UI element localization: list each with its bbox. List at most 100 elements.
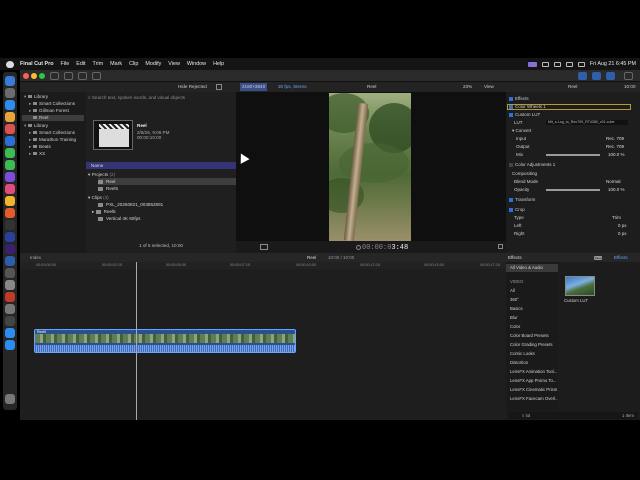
sidebar-item-smart-collections-2[interactable]: ▸ Smart Collections	[29, 130, 75, 136]
compositing-row[interactable]: Compositing	[512, 171, 537, 177]
inspector-toggle-icon[interactable]	[606, 72, 615, 80]
color-adjustments-row[interactable]: Color Adjustments 1	[509, 162, 555, 168]
app-icon[interactable]	[5, 172, 15, 182]
view-menu[interactable]: View	[484, 82, 494, 92]
effects-category[interactable]: 360°	[510, 296, 558, 304]
menu-modify[interactable]: Modify	[145, 61, 161, 67]
play-icon[interactable]	[356, 245, 361, 250]
apple-icon[interactable]	[6, 60, 14, 68]
media-encoder-icon[interactable]	[5, 256, 15, 266]
menu-view[interactable]: View	[168, 61, 180, 67]
menu-help[interactable]: Help	[213, 61, 224, 67]
sidebar-item-library-2[interactable]: ▾ Library	[24, 123, 48, 129]
fullscreen-icon[interactable]	[498, 244, 503, 249]
effects-category[interactable]: LensFX Facecam Overl...	[510, 395, 558, 403]
menu-mark[interactable]: Mark	[110, 61, 122, 67]
viewer[interactable]: 00:00:03:48	[236, 92, 506, 260]
effects-section[interactable]: Effects	[509, 96, 529, 102]
effect-thumbnail[interactable]	[565, 276, 595, 296]
clip-thumbnail[interactable]	[93, 120, 133, 150]
app-icon[interactable]	[5, 124, 15, 134]
sidebar-item-marathon-training[interactable]: ▸ Marathon Training	[29, 137, 76, 143]
type-value[interactable]: Trim	[612, 215, 621, 221]
zoom-menu[interactable]: 23%	[463, 82, 472, 92]
right-value[interactable]: 0 px	[618, 231, 627, 237]
finder-icon[interactable]	[5, 76, 15, 86]
list-item-clip[interactable]: PXL_20250821_003852891	[98, 201, 163, 208]
crop-row[interactable]: Crop	[509, 207, 525, 213]
transform-tool-icon[interactable]	[260, 244, 268, 250]
playhead[interactable]	[136, 262, 137, 420]
save-effects-preset-button[interactable]: Save Effects Preset	[594, 256, 603, 268]
lut-dropdown[interactable]: Mit_s-Log_to_Rec709_RT4380_v01.cube	[546, 120, 628, 125]
effects-category[interactable]: All Video & Audio	[506, 264, 558, 272]
background-tasks-icon[interactable]	[78, 72, 87, 80]
safari-icon[interactable]	[5, 100, 15, 110]
sidebar-item-reel[interactable]: Reel	[29, 115, 48, 121]
menu-clip[interactable]: Clip	[129, 61, 138, 67]
effects-category[interactable]: LensFX App Promo To...	[510, 377, 558, 385]
input-value[interactable]: Rec. 709	[606, 136, 624, 142]
messages-icon[interactable]	[5, 148, 15, 158]
mix-slider[interactable]	[546, 154, 600, 156]
opacity-value[interactable]: 100.0 %	[608, 187, 625, 193]
final-cut-icon[interactable]	[5, 220, 15, 230]
share-icon[interactable]	[624, 72, 633, 80]
downloads-icon[interactable]	[5, 340, 15, 350]
list-item-project-reel[interactable]: Reel	[98, 178, 236, 185]
effects-category[interactable]: Blur	[510, 314, 558, 322]
premiere-icon[interactable]	[5, 244, 15, 254]
trash-icon[interactable]	[5, 394, 15, 404]
battery-icon[interactable]	[541, 61, 549, 67]
search-icon[interactable]	[565, 61, 573, 67]
list-item-clip[interactable]: Vertical 4K 60fps	[98, 215, 140, 222]
notes-icon[interactable]	[5, 196, 15, 206]
keyword-icon[interactable]	[64, 72, 73, 80]
timeline-ruler[interactable]: 00:00:00:00 00:00:02:15 00:00:05:00 00:0…	[20, 262, 506, 269]
sidebar-item-gillman-forest[interactable]: ▸ Gillman Forest	[29, 108, 69, 114]
clips-group[interactable]: ▾ Clips (3)	[88, 194, 109, 201]
video-frame[interactable]	[329, 93, 411, 241]
settings-icon[interactable]	[5, 280, 15, 290]
browser-search[interactable]: ⌕ Search text, spoken words, and visual …	[88, 94, 222, 101]
custom-lut-row[interactable]: Custom LUT	[509, 112, 540, 118]
blend-mode-value[interactable]: Normal	[606, 179, 621, 185]
facetime-icon[interactable]	[5, 160, 15, 170]
app-icon[interactable]	[5, 292, 15, 302]
effects-category[interactable]: Comic Looks	[510, 350, 558, 358]
menu-app-name[interactable]: Final Cut Pro	[20, 61, 54, 67]
chrome-icon[interactable]	[5, 112, 15, 122]
list-item-project-reel5[interactable]: Reel5	[98, 185, 118, 192]
music-icon[interactable]	[5, 184, 15, 194]
menu-trim[interactable]: Trim	[93, 61, 104, 67]
opacity-slider[interactable]	[546, 189, 600, 191]
list-column-name[interactable]: Name	[86, 162, 236, 169]
sidebar-item-library[interactable]: ▾ Library	[24, 94, 48, 100]
effects-browser-button[interactable]: Effects	[614, 253, 628, 262]
menu-window[interactable]: Window	[187, 61, 206, 67]
sidebar-item-beats[interactable]: ▸ Beats	[29, 144, 51, 150]
timecode-display[interactable]: 00:00:03:48	[362, 244, 408, 252]
control-center-icon[interactable]	[577, 61, 585, 67]
launchpad-icon[interactable]	[5, 88, 15, 98]
convert-row[interactable]: ▾ Convert	[512, 128, 531, 134]
app-icon[interactable]	[5, 328, 15, 338]
sidebar-item-xs[interactable]: ▸ XS	[29, 151, 45, 157]
effects-category[interactable]: LensFX Animation Tool...	[510, 368, 558, 376]
mix-value[interactable]: 100.0 %	[608, 152, 625, 158]
app-icon[interactable]	[5, 304, 15, 314]
effects-category[interactable]: Distortion	[510, 359, 558, 367]
photoshop-icon[interactable]	[5, 232, 15, 242]
app-icon[interactable]	[5, 208, 15, 218]
clip-appearance-icon[interactable]	[216, 84, 222, 90]
effect-name[interactable]: Custom LUT	[564, 298, 588, 303]
effects-category[interactable]: Color Board Presets	[510, 332, 558, 340]
output-value[interactable]: Rec. 709	[606, 144, 624, 150]
close-icon[interactable]	[23, 73, 29, 79]
zoom-icon[interactable]	[39, 73, 45, 79]
effects-category[interactable]: All	[510, 287, 558, 295]
app-icon[interactable]	[5, 316, 15, 326]
sidebar-item-smart-collections[interactable]: ▸ Smart Collections	[29, 101, 75, 107]
effects-search[interactable]: ⌕ lut 1 Item	[508, 412, 638, 419]
hide-rejected-menu[interactable]: Hide Rejected	[178, 82, 207, 92]
